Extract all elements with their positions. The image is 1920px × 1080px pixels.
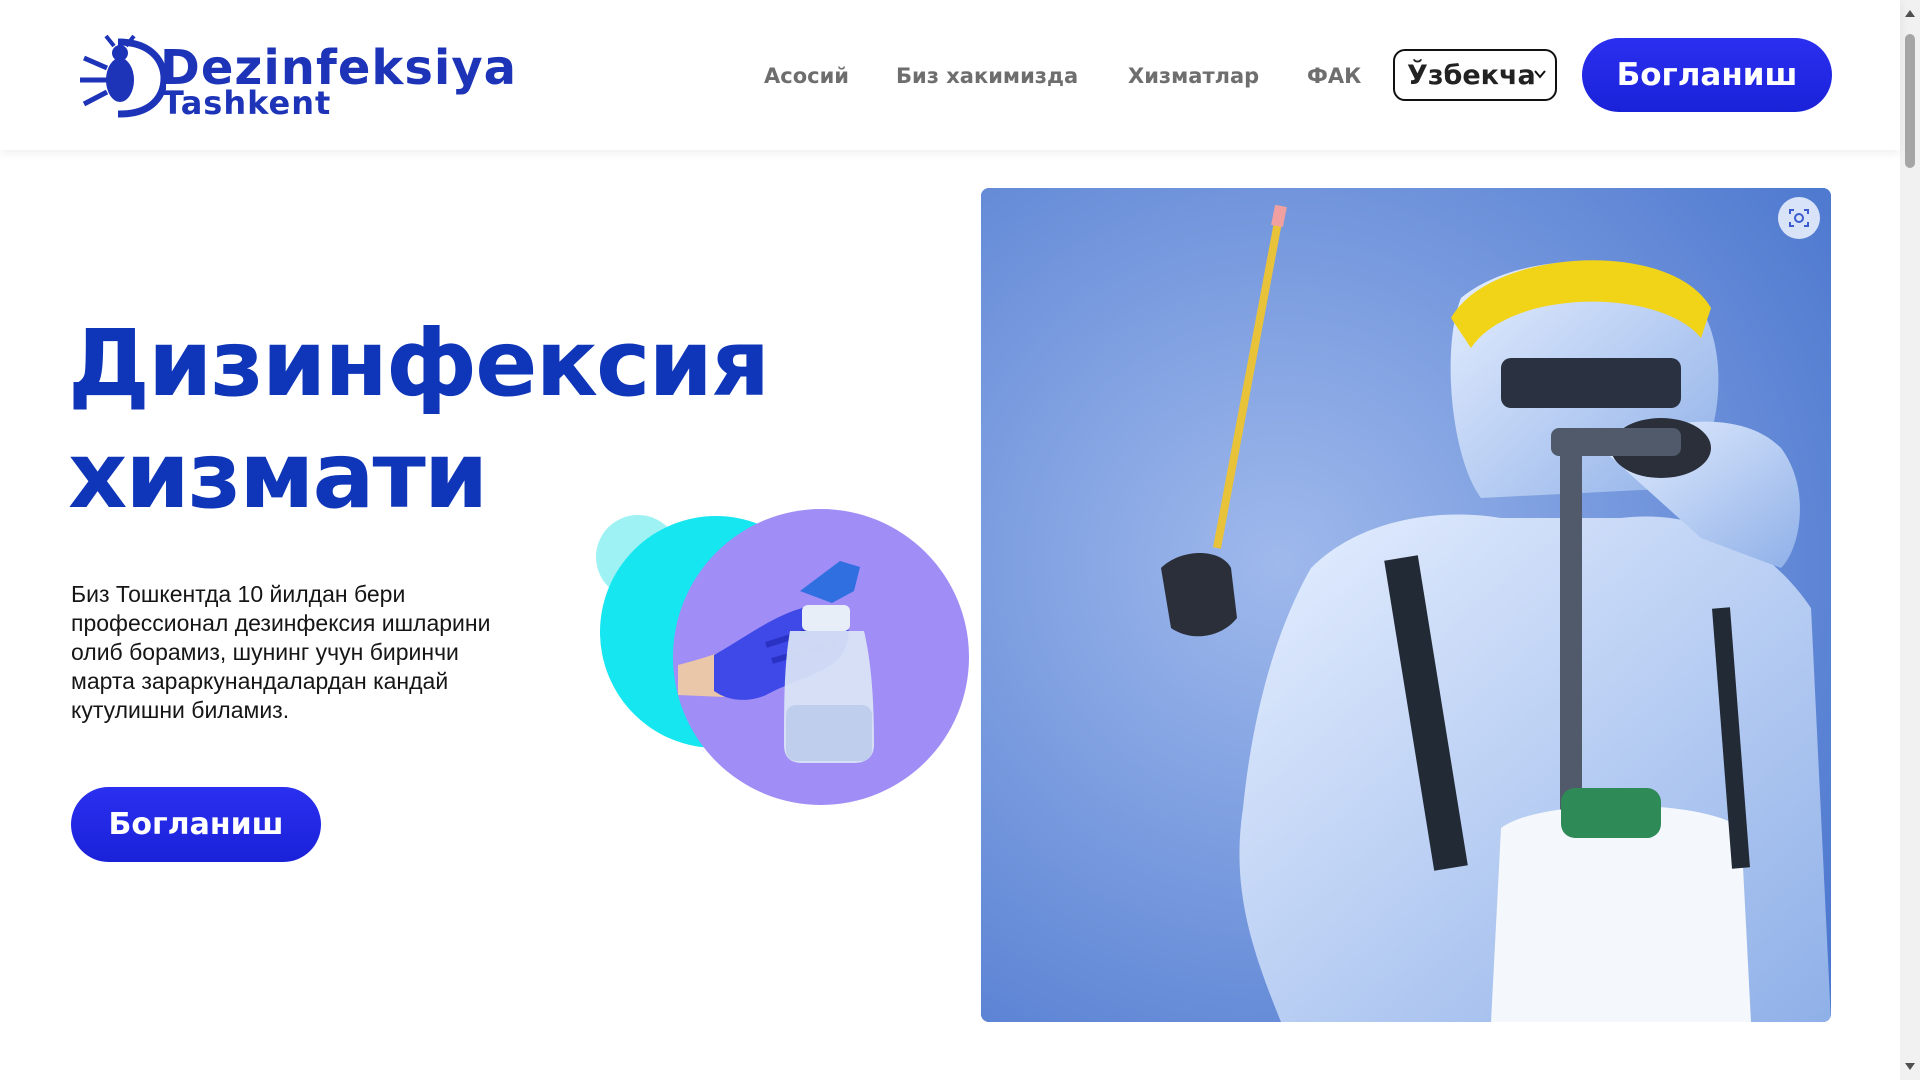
nav-about[interactable]: Биз хакимизда — [896, 58, 1078, 94]
logo-text-tashkent: Tashkent — [162, 84, 332, 122]
spray-bottle-illustration — [596, 509, 969, 805]
hero-photo-disinfection-worker — [981, 188, 1831, 1022]
hero-description: Биз Тошкентда 10 йилдан бери профессиона… — [71, 581, 491, 723]
bug-icon — [80, 34, 166, 118]
site-logo[interactable]: Dezinfeksiya Tashkent — [74, 34, 516, 122]
nav-services[interactable]: Хизматлар — [1128, 58, 1259, 94]
page-scrollbar[interactable] — [1900, 0, 1920, 1080]
scrollbar-thumb[interactable] — [1905, 34, 1915, 168]
language-select[interactable]: Ўзбекча — [1393, 49, 1557, 101]
nav-faq[interactable]: ФАК — [1307, 58, 1361, 94]
hero-contact-button[interactable]: Богланиш — [71, 787, 321, 862]
hero-title: Дизинфексия хизмати — [68, 308, 928, 532]
lens-icon — [1789, 209, 1809, 227]
site-header: Dezinfeksiya Tashkent Асосий Биз хакимиз… — [0, 0, 1900, 150]
language-selected-value: Ўзбекча — [1407, 59, 1536, 91]
nav-home[interactable]: Асосий — [764, 58, 849, 94]
visual-search-button[interactable] — [1778, 197, 1820, 239]
header-contact-button[interactable]: Богланиш — [1582, 38, 1832, 112]
scroll-up-arrow-icon[interactable] — [1904, 8, 1916, 18]
chevron-down-icon — [1534, 70, 1546, 79]
scroll-down-arrow-icon[interactable] — [1904, 1062, 1916, 1072]
hero-title-line1: Дизинфексия — [68, 310, 770, 417]
